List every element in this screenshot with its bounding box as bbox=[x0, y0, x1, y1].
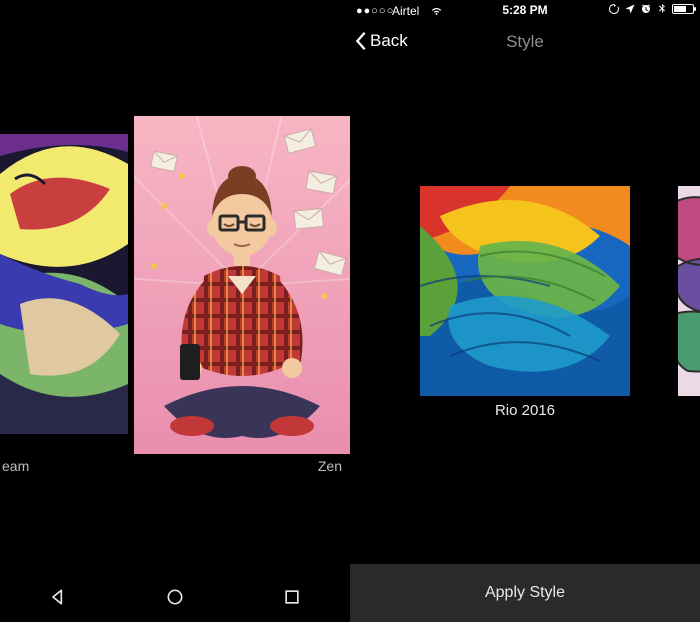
nav-home-button[interactable] bbox=[165, 587, 185, 612]
style-card-zen[interactable] bbox=[134, 116, 350, 454]
style-art-next bbox=[678, 186, 700, 396]
style-card-dream[interactable] bbox=[0, 134, 128, 434]
ios-nav-bar: Back Style bbox=[350, 22, 700, 64]
nav-title: Style bbox=[350, 32, 700, 52]
style-card-label: Rio 2016 bbox=[350, 402, 700, 419]
android-pane: eam Zen bbox=[0, 0, 350, 622]
style-card-rio[interactable] bbox=[420, 186, 630, 396]
style-art-dream bbox=[0, 134, 128, 434]
style-art-rio bbox=[420, 186, 630, 396]
style-card-next[interactable] bbox=[678, 186, 700, 396]
circle-home-icon bbox=[165, 587, 185, 607]
ios-status-bar: ●●○○○ Airtel 5:28 PM bbox=[350, 0, 700, 22]
triangle-back-icon bbox=[48, 587, 68, 607]
square-recent-icon bbox=[282, 587, 302, 607]
nav-recent-button[interactable] bbox=[282, 587, 302, 612]
location-icon bbox=[624, 3, 636, 15]
battery-icon bbox=[672, 4, 694, 14]
apply-style-button[interactable]: Apply Style bbox=[350, 564, 700, 622]
android-navbar bbox=[0, 576, 350, 622]
bluetooth-icon bbox=[656, 3, 668, 15]
ios-pane: ●●○○○ Airtel 5:28 PM Back Style bbox=[350, 0, 700, 622]
alarm-icon bbox=[640, 3, 652, 15]
apply-style-label: Apply Style bbox=[485, 584, 565, 602]
style-carousel[interactable] bbox=[0, 116, 350, 454]
style-labels: eam Zen bbox=[0, 458, 350, 478]
style-art-zen bbox=[134, 116, 350, 454]
style-label-zen: Zen bbox=[318, 458, 342, 474]
rotation-lock-icon bbox=[608, 3, 620, 15]
style-label-dream: eam bbox=[2, 458, 29, 474]
nav-back-button[interactable] bbox=[48, 587, 68, 612]
style-carousel[interactable] bbox=[350, 186, 700, 436]
